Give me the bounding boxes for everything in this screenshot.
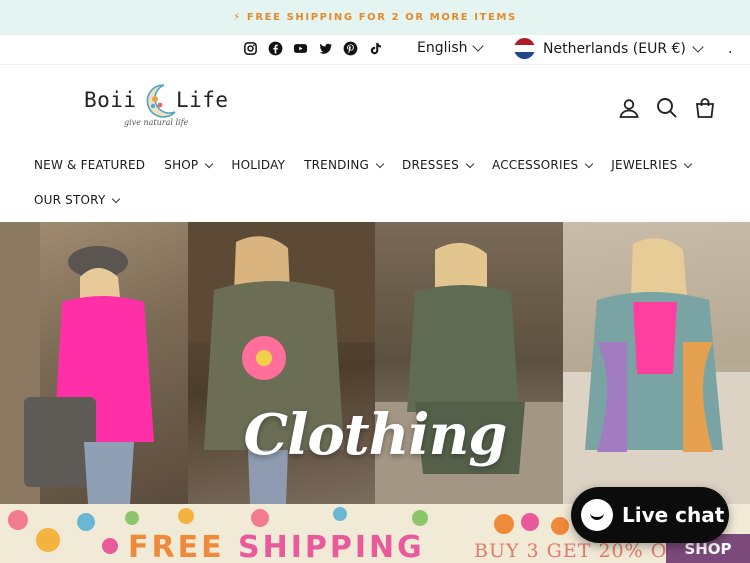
nav-item-label: SHOP [164,158,199,172]
nav-item-label: NEW & FEATURED [34,158,146,172]
instagram-icon[interactable] [242,40,259,57]
header-actions [617,96,717,120]
nav-item-jewelries[interactable]: JEWELRIES [611,158,693,172]
live-chat-button[interactable]: Live chat [571,487,729,543]
nav-item-label: DRESSES [402,158,459,172]
site-header: Boii Life give natural life [0,66,750,146]
tiktok-icon[interactable] [367,40,384,57]
nav-row-secondary: OUR STORY [34,193,121,207]
account-icon[interactable] [617,96,641,120]
youtube-icon[interactable] [292,40,309,57]
moon-logo-icon [146,84,176,118]
announcement-bar: ⚡ FREE SHIPPING FOR 2 OR MORE ITEMS [0,0,750,35]
nav-item-trending[interactable]: TRENDING [304,158,385,172]
promo-free-shipping: FREE SHIPPING [128,530,425,563]
currency-selector[interactable]: Netherlands (EUR €) [514,38,704,59]
promo-offer: BUY 3 GET 20% OFF [474,540,696,562]
chevron-down-icon [465,159,475,168]
twitter-icon[interactable] [317,40,334,57]
logo-tagline: give natural life [124,118,189,127]
chevron-down-icon [471,40,484,52]
language-label: English [417,40,468,56]
hero-banner[interactable]: Clothing [0,222,750,504]
nav-item-label: ACCESSORIES [492,158,579,172]
nav-item-label: HOLIDAY [231,158,286,172]
promo-free-text: FREE [128,530,225,563]
chat-icon [581,499,613,531]
chevron-down-icon [375,159,385,168]
utility-bar: English Netherlands (EUR €) . [0,35,750,65]
nav-item-label: OUR STORY [34,193,106,207]
chevron-down-icon [585,159,594,168]
currency-label: Netherlands (EUR €) [543,40,686,57]
utility-more: . [728,41,733,57]
nav-item-holiday[interactable]: HOLIDAY [231,158,285,172]
pinterest-icon[interactable] [342,40,359,57]
chevron-down-icon [112,194,121,203]
language-selector[interactable]: English [417,40,484,56]
main-navigation: NEW & FEATURED SHOP HOLIDAY TRENDING DRE… [0,146,750,222]
search-icon[interactable] [655,96,679,120]
announcement-text: ⚡ FREE SHIPPING FOR 2 OR MORE ITEMS [233,12,517,23]
nav-row-primary: NEW & FEATURED SHOP HOLIDAY TRENDING DRE… [34,158,693,172]
live-chat-label: Live chat [622,503,725,527]
chevron-down-icon [684,159,693,168]
nav-item-label: TRENDING [304,158,369,172]
cart-icon[interactable] [693,96,717,120]
chevron-down-icon [692,40,704,53]
nav-item-our-story[interactable]: OUR STORY [34,193,121,207]
chevron-down-icon [205,159,214,168]
nav-item-new-featured[interactable]: NEW & FEATURED [34,158,145,172]
facebook-icon[interactable] [267,40,284,57]
nav-item-dresses[interactable]: DRESSES [402,158,475,172]
nav-item-accessories[interactable]: ACCESSORIES [492,158,594,172]
nav-item-shop[interactable]: SHOP [164,158,214,172]
nav-item-label: JEWELRIES [611,158,678,172]
hero-title: Clothing [243,402,508,468]
netherlands-flag-icon [514,38,535,59]
site-logo[interactable]: Boii Life give natural life [84,80,239,142]
social-links [242,40,384,57]
promo-shipping-text: SHIPPING [238,530,425,563]
